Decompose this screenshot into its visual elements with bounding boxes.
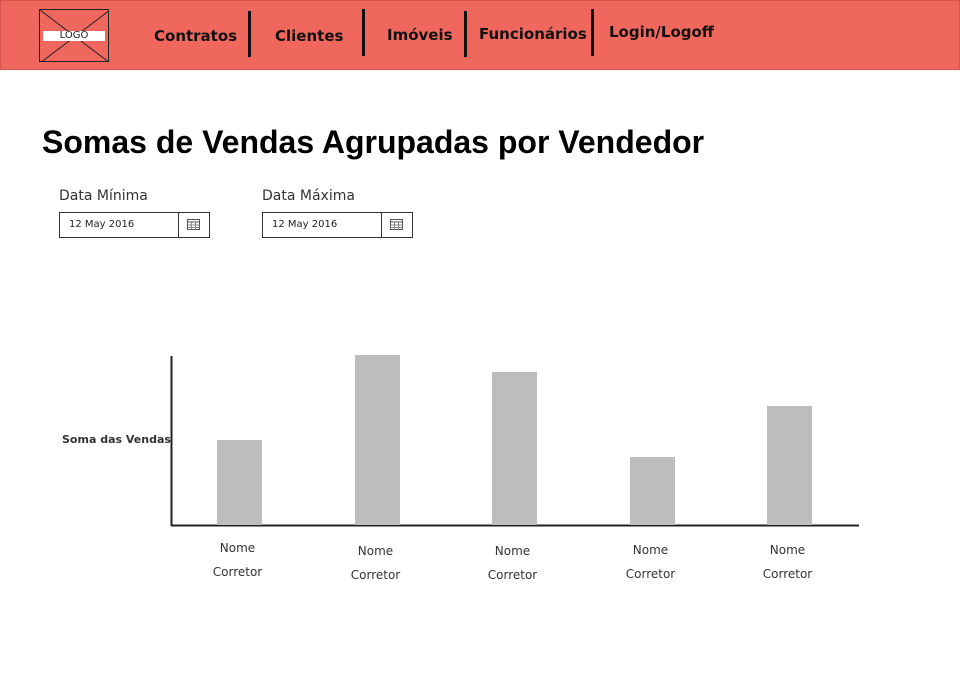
category-label-2: Nome Corretor [350, 544, 401, 582]
max-date-value[interactable]: 12 May 2016 [272, 213, 337, 237]
category-label-3: Nome Corretor [487, 544, 538, 582]
max-date-picker[interactable]: 12 May 2016 [262, 212, 413, 238]
min-date-value[interactable]: 12 May 2016 [69, 213, 134, 237]
nav-separator [248, 11, 251, 57]
max-date-label: Data Máxima [262, 188, 355, 204]
bar-1 [217, 440, 262, 525]
bar-2 [355, 355, 400, 525]
bar-3 [492, 372, 537, 525]
calendar-icon [390, 219, 403, 230]
logo: LOGO [39, 9, 109, 62]
category-label-4: Nome Corretor [625, 543, 676, 581]
nav-login-logoff[interactable]: Login/Logoff [609, 23, 714, 41]
min-date-calendar-button[interactable] [178, 213, 209, 237]
category-label-5: Nome Corretor [762, 543, 813, 581]
category-label-1: Nome Corretor [212, 541, 263, 579]
top-navigation-bar: LOGO Contratos Clientes Imóveis Funcioná… [0, 0, 960, 70]
nav-contratos[interactable]: Contratos [154, 27, 237, 45]
bar-4 [630, 457, 675, 525]
nav-separator [362, 9, 365, 56]
nav-separator [464, 11, 467, 57]
bar-5 [767, 406, 812, 525]
min-date-label: Data Mínima [59, 188, 148, 204]
min-date-picker[interactable]: 12 May 2016 [59, 212, 210, 238]
nav-imoveis[interactable]: Imóveis [387, 26, 453, 44]
nav-clientes[interactable]: Clientes [275, 27, 343, 45]
nav-funcionarios[interactable]: Funcionários [479, 25, 587, 43]
nav-separator [591, 9, 594, 56]
calendar-icon [187, 219, 200, 230]
logo-text: LOGO [43, 31, 105, 41]
y-axis-label: Soma das Vendas [62, 433, 171, 446]
page-title: Somas de Vendas Agrupadas por Vendedor [42, 124, 705, 160]
max-date-calendar-button[interactable] [381, 213, 412, 237]
